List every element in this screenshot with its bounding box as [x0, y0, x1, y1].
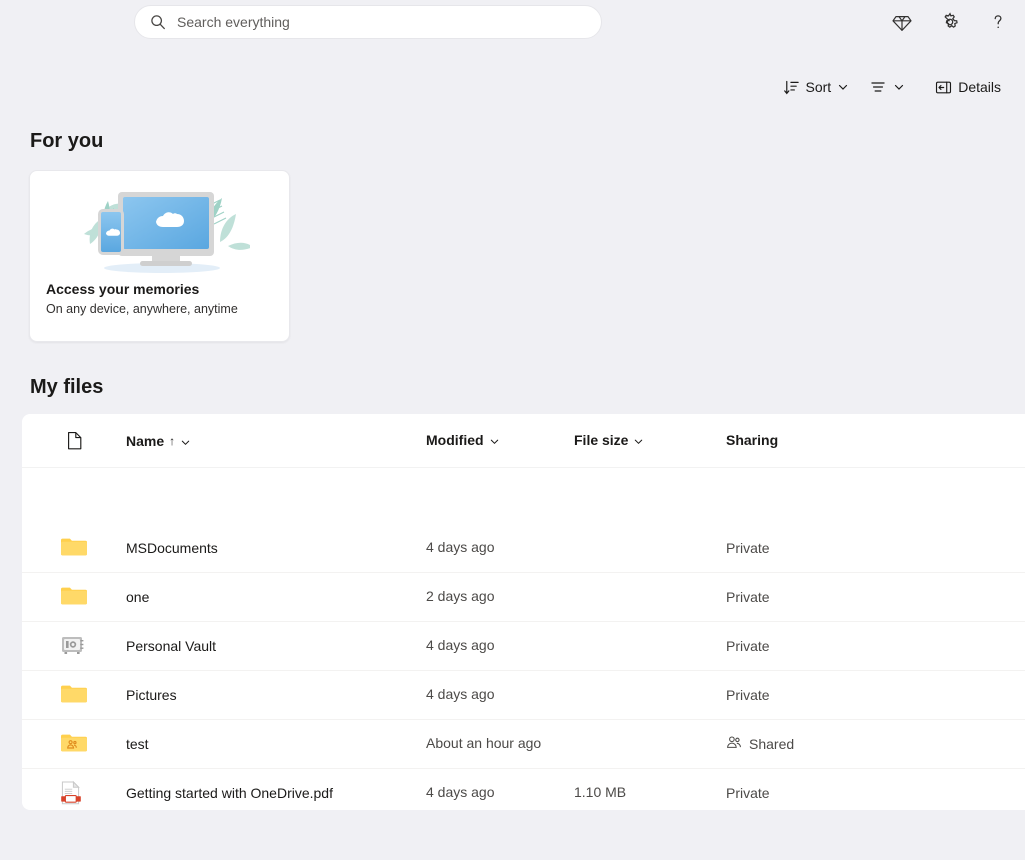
promo-text: Access your memories On any device, anyw… [30, 281, 289, 316]
shared-folder-icon [59, 731, 89, 757]
folder-icon [59, 584, 89, 610]
top-actions [885, 5, 1015, 39]
folder-icon [59, 682, 89, 708]
column-header-name-label: Name [126, 432, 165, 449]
column-header-file-size[interactable]: File size [574, 432, 726, 450]
table-row[interactable]: Getting started with OneDrive.pdf 4 days… [22, 769, 1025, 810]
table-row[interactable]: one 2 days ago Private [22, 573, 1025, 622]
promo-title: Access your memories [46, 281, 200, 297]
promo-card-access-memories[interactable]: Access your memories On any device, anyw… [29, 170, 290, 342]
sort-descending-icon [783, 79, 800, 96]
view-options-button[interactable] [861, 71, 913, 103]
folder-icon [59, 535, 89, 561]
settings-gear-icon[interactable] [933, 5, 967, 39]
table-row[interactable]: Personal Vault 4 days ago Private [22, 622, 1025, 671]
pdf-file-icon [59, 780, 89, 806]
file-name: test [126, 736, 149, 752]
table-row[interactable]: Pictures 4 days ago Private [22, 671, 1025, 720]
my-files-heading: My files [30, 376, 104, 398]
premium-diamond-icon[interactable] [885, 5, 919, 39]
sharing-status: Private [726, 687, 770, 703]
file-modified: 4 days ago [426, 784, 495, 800]
people-icon [726, 735, 743, 753]
file-modified: 4 days ago [426, 539, 495, 555]
personal-vault-icon [59, 633, 89, 659]
file-name: Pictures [126, 687, 177, 703]
for-you-heading: For you [30, 130, 104, 152]
file-name: Personal Vault [126, 638, 217, 654]
table-top-spacer [22, 468, 1025, 524]
list-view-icon [869, 78, 887, 96]
sharing-status: Private [726, 589, 770, 605]
column-header-modified[interactable]: Modified [426, 432, 574, 450]
search-input[interactable] [177, 14, 587, 30]
files-table-card: Name ↑ Modified File size Sharing MSDocu… [22, 414, 1025, 810]
file-modified: 4 days ago [426, 686, 495, 702]
devices-cloud-illustration [30, 171, 289, 281]
table-row[interactable]: test About an hour ago Shared [22, 720, 1025, 769]
file-modified: About an hour ago [426, 735, 542, 751]
sharing-status: Private [726, 638, 770, 654]
file-name: one [126, 589, 150, 605]
top-bar [0, 0, 1025, 46]
sort-ascending-indicator: ↑ [169, 433, 176, 448]
details-label: Details [958, 79, 1001, 95]
file-type-icon [22, 431, 126, 450]
chevron-down-icon [837, 81, 849, 93]
column-header-modified-label: Modified [426, 431, 484, 448]
file-name: Getting started with OneDrive.pdf [126, 785, 333, 801]
details-panel-icon [935, 79, 952, 96]
sharing-status: Shared [749, 736, 795, 752]
table-row[interactable]: MSDocuments 4 days ago Private [22, 524, 1025, 573]
column-header-sharing-label: Sharing [726, 431, 779, 448]
sort-label: Sort [805, 79, 832, 95]
column-header-sharing[interactable]: Sharing [726, 432, 906, 450]
search-box[interactable] [134, 5, 602, 39]
chevron-down-icon [633, 434, 645, 446]
file-name: MSDocuments [126, 540, 218, 556]
chevron-down-icon [893, 81, 905, 93]
file-size: 1.10 MB [574, 784, 627, 800]
chevron-down-icon [489, 434, 501, 446]
sort-button[interactable]: Sort [775, 71, 858, 103]
sharing-status: Private [726, 540, 770, 556]
search-icon [149, 13, 167, 31]
command-toolbar: Sort Details [0, 66, 1025, 108]
table-header-row: Name ↑ Modified File size Sharing [22, 414, 1025, 468]
column-header-name[interactable]: Name ↑ [126, 433, 426, 449]
column-header-file-size-label: File size [574, 431, 629, 448]
for-you-row: Access your memories On any device, anyw… [0, 170, 1025, 342]
help-question-icon[interactable] [981, 5, 1015, 39]
file-modified: 2 days ago [426, 588, 495, 604]
chevron-down-icon [180, 435, 192, 447]
details-button[interactable]: Details [927, 71, 1009, 103]
file-modified: 4 days ago [426, 637, 495, 653]
promo-subtitle: On any device, anywhere, anytime [46, 302, 238, 316]
sharing-status: Private [726, 785, 770, 801]
